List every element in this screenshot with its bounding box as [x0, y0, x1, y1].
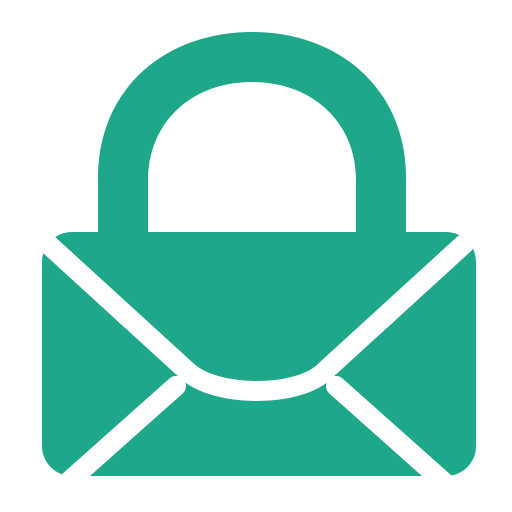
app-icon-canvas — [0, 0, 512, 512]
mail-lock-icon — [38, 32, 476, 494]
lock-shackle — [98, 32, 406, 232]
